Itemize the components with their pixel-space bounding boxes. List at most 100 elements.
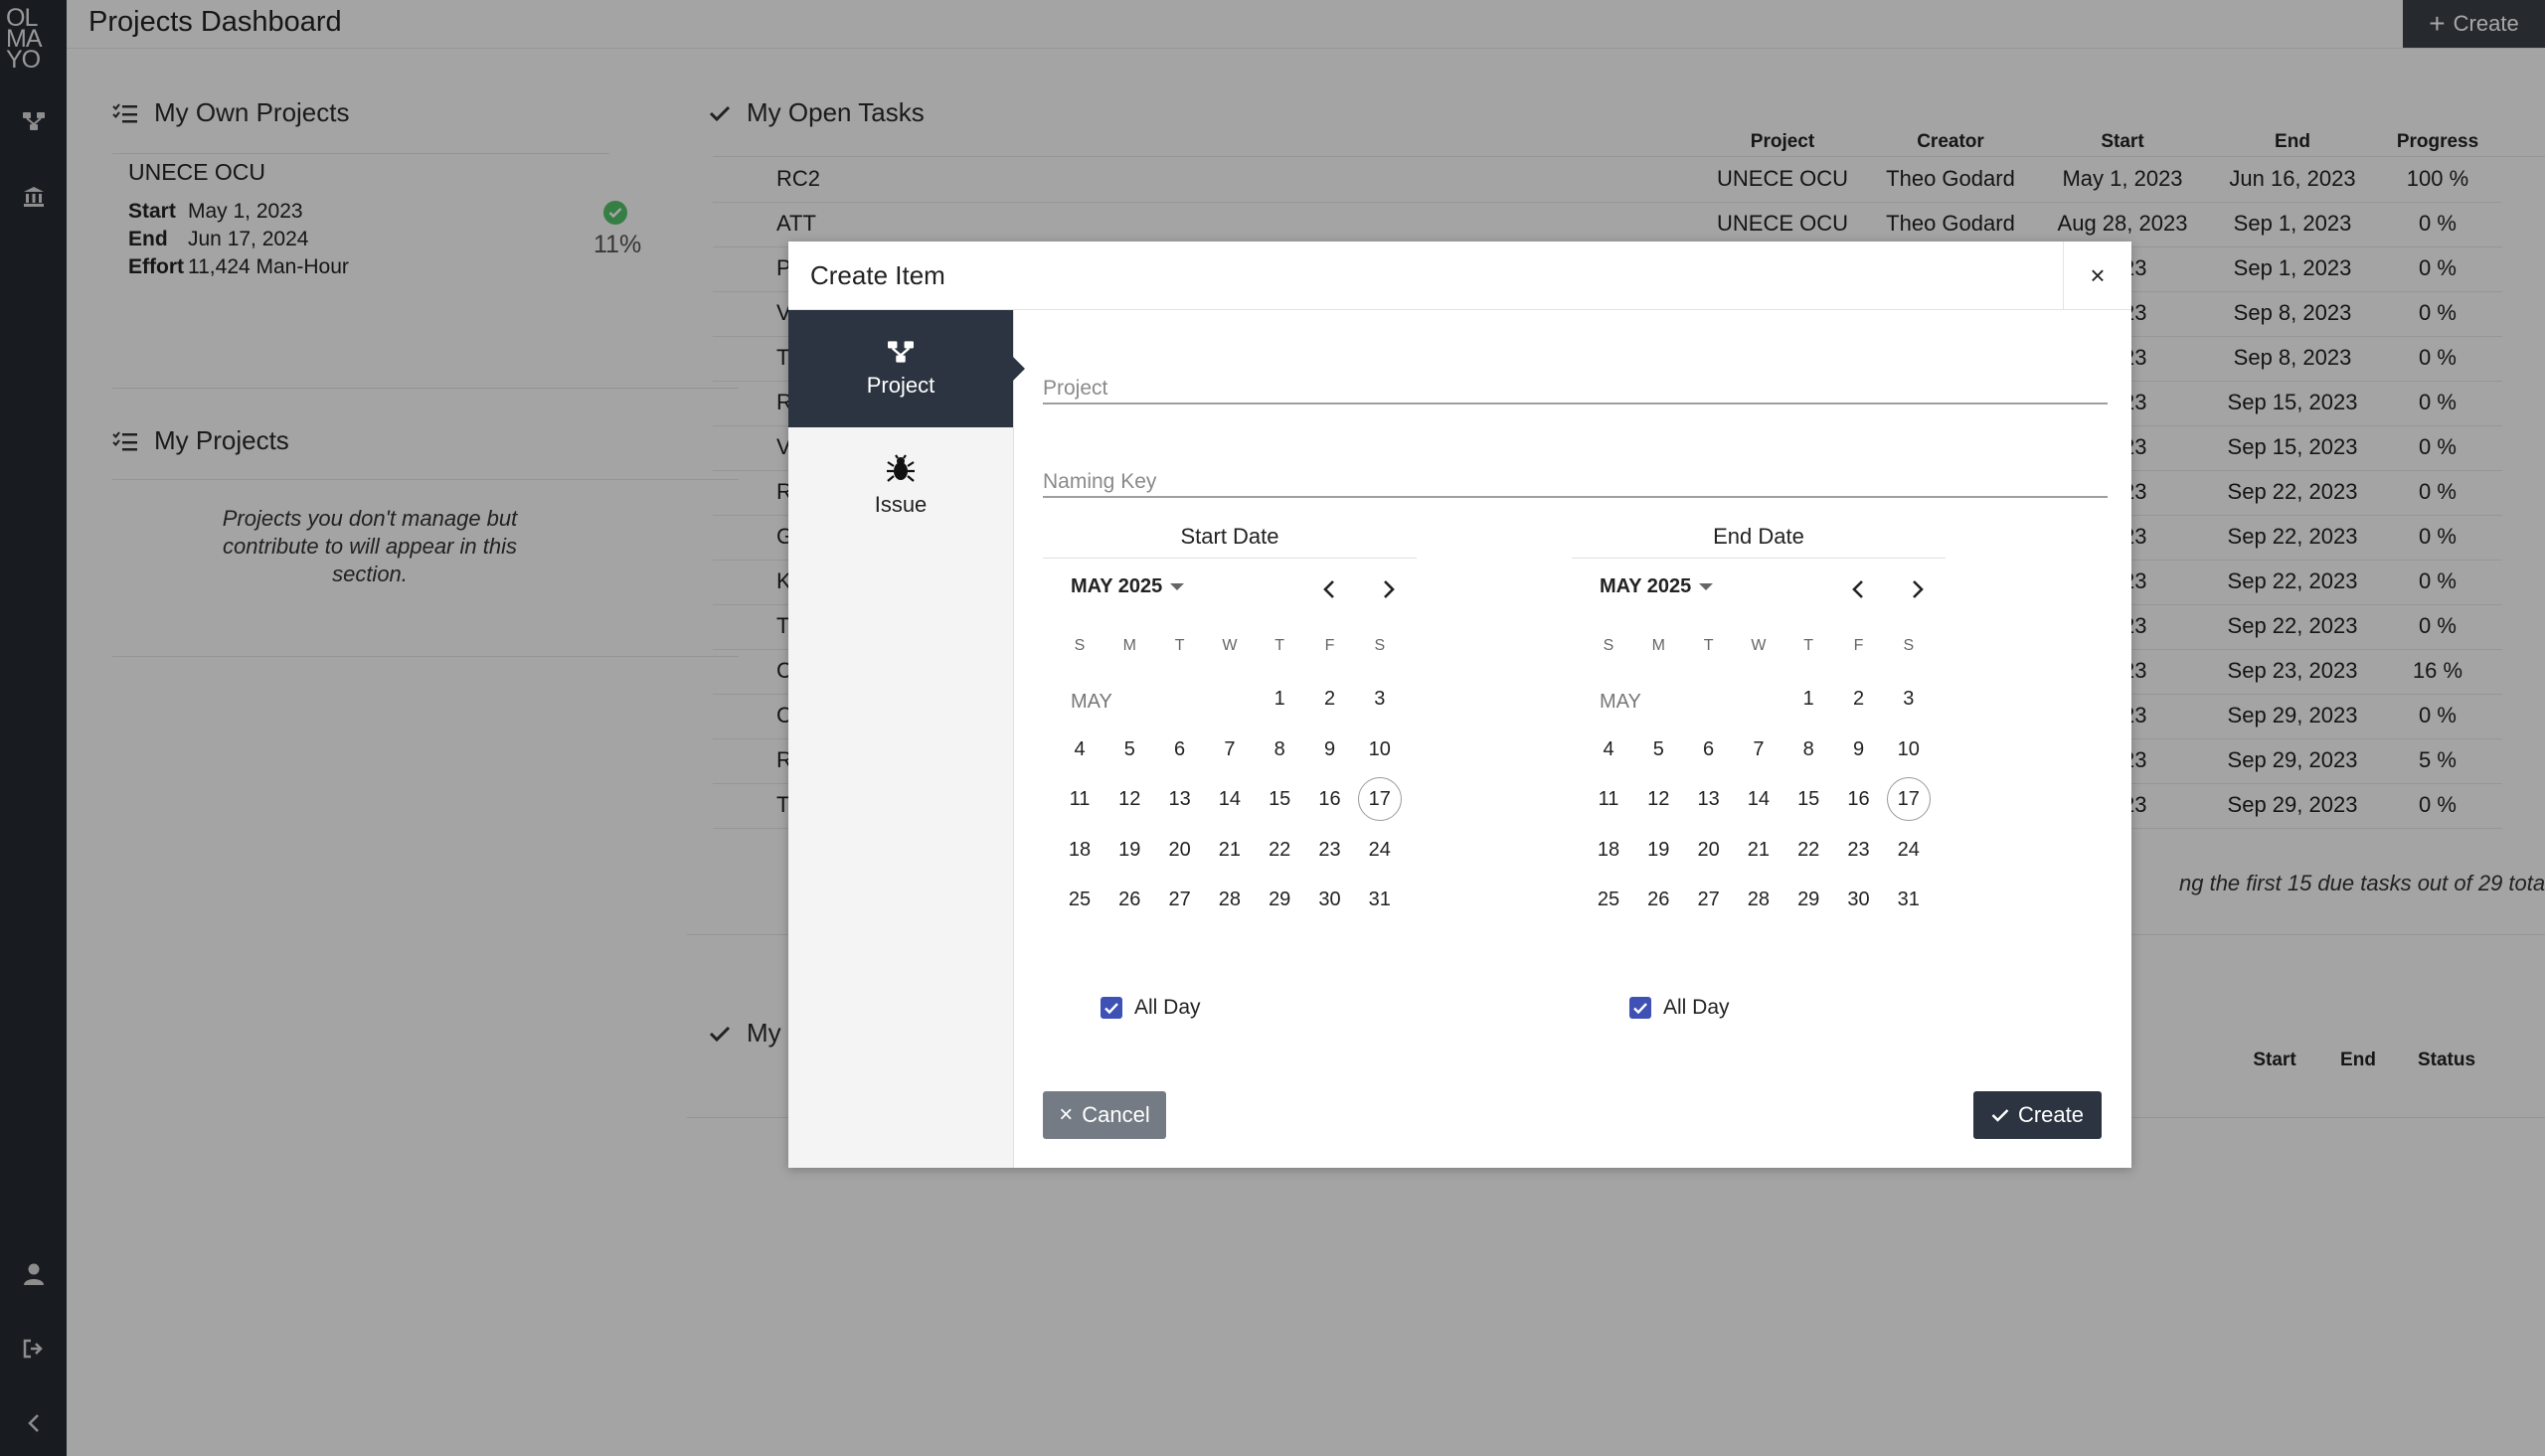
- calendar-day[interactable]: 16: [1835, 777, 1883, 821]
- calendar-day[interactable]: 31: [1356, 878, 1404, 921]
- caret-down-icon: [1699, 583, 1714, 590]
- close-icon: ×: [1059, 1101, 1074, 1128]
- calendar-day[interactable]: 1: [1256, 677, 1303, 721]
- calendar-day[interactable]: 3: [1356, 677, 1404, 721]
- calendar-day[interactable]: 10: [1356, 728, 1404, 771]
- calendar-day[interactable]: 28: [1735, 878, 1782, 921]
- calendar-day[interactable]: 27: [1685, 878, 1733, 921]
- calendar-day[interactable]: 24: [1885, 828, 1933, 872]
- calendar-day[interactable]: 16: [1306, 777, 1354, 821]
- naming-key-field[interactable]: [1043, 444, 2108, 498]
- all-day-label: All Day: [1663, 996, 1730, 1019]
- calendar-day[interactable]: 2: [1835, 677, 1883, 721]
- calendar-day[interactable]: 15: [1784, 777, 1832, 821]
- calendar-day[interactable]: 23: [1835, 828, 1883, 872]
- calendar-day[interactable]: 21: [1206, 828, 1254, 872]
- prev-month-button[interactable]: [1311, 571, 1347, 607]
- weekday-label: T: [1174, 637, 1185, 654]
- calendar-day[interactable]: 18: [1056, 828, 1103, 872]
- calendar-day[interactable]: 14: [1735, 777, 1782, 821]
- calendar-day[interactable]: 28: [1206, 878, 1254, 921]
- close-icon: ×: [2090, 259, 2106, 290]
- calendar-day[interactable]: 27: [1156, 878, 1204, 921]
- calendar-day[interactable]: 29: [1784, 878, 1832, 921]
- calendar-day[interactable]: 13: [1685, 777, 1733, 821]
- calendar-day[interactable]: 17: [1357, 777, 1402, 821]
- calendar-day[interactable]: 1: [1784, 677, 1832, 721]
- weekday-label: T: [1803, 637, 1814, 654]
- calendar-day[interactable]: 2: [1306, 677, 1354, 721]
- dialog-header: Create Item ×: [788, 242, 2131, 310]
- type-project[interactable]: Project: [788, 310, 1025, 427]
- project-input[interactable]: [1043, 377, 2108, 401]
- calendar-day[interactable]: 6: [1685, 728, 1733, 771]
- project-field[interactable]: [1043, 351, 2108, 404]
- calendar-day[interactable]: 13: [1156, 777, 1204, 821]
- chevron-left-icon: [1323, 580, 1334, 598]
- calendar-day[interactable]: 3: [1885, 677, 1933, 721]
- calendar-day[interactable]: 15: [1256, 777, 1303, 821]
- calendar-day[interactable]: 9: [1835, 728, 1883, 771]
- calendar-day[interactable]: 25: [1056, 878, 1103, 921]
- calendar-day[interactable]: 26: [1105, 878, 1153, 921]
- calendar-day[interactable]: 12: [1105, 777, 1153, 821]
- calendar-day[interactable]: 12: [1634, 777, 1682, 821]
- month-label: MAY 2025: [1071, 575, 1163, 597]
- calendar-day[interactable]: 23: [1306, 828, 1354, 872]
- calendar-day[interactable]: 8: [1784, 728, 1832, 771]
- weekday-label: T: [1703, 637, 1714, 654]
- dialog-title: Create Item: [810, 260, 945, 290]
- month-selector[interactable]: MAY 2025: [1600, 575, 1714, 598]
- chevron-right-icon: [1913, 580, 1924, 598]
- calendar-day[interactable]: 29: [1256, 878, 1303, 921]
- calendar-day[interactable]: 22: [1784, 828, 1832, 872]
- create-submit-button[interactable]: Create: [1973, 1091, 2102, 1139]
- close-button[interactable]: ×: [2063, 242, 2131, 309]
- calendar-day[interactable]: 20: [1156, 828, 1204, 872]
- calendar-day[interactable]: 4: [1056, 728, 1103, 771]
- item-type-list: Project Issue: [788, 310, 1025, 1168]
- project-tree-icon: [888, 341, 914, 363]
- chevron-left-icon: [1852, 580, 1863, 598]
- calendar-day[interactable]: 11: [1585, 777, 1632, 821]
- calendar-day[interactable]: 6: [1156, 728, 1204, 771]
- calendar-day[interactable]: 11: [1056, 777, 1103, 821]
- calendar-day[interactable]: 30: [1835, 878, 1883, 921]
- calendar-day[interactable]: 30: [1306, 878, 1354, 921]
- naming-key-input[interactable]: [1043, 470, 2108, 494]
- month-short-label: MAY: [1071, 691, 1112, 713]
- calendar-day[interactable]: 19: [1634, 828, 1682, 872]
- next-month-button[interactable]: [1900, 571, 1936, 607]
- calendar-day[interactable]: 19: [1105, 828, 1153, 872]
- calendar-day[interactable]: 31: [1885, 878, 1933, 921]
- calendar-day[interactable]: 20: [1685, 828, 1733, 872]
- end-date-calendar: End Date MAY 2025 S M T W T F S MAY 1 2 3 4 5 6 7 8 9 10 11 1…: [1572, 524, 1946, 971]
- start-all-day-checkbox[interactable]: All Day: [1101, 996, 1201, 1020]
- calendar-day[interactable]: 9: [1306, 728, 1354, 771]
- next-month-button[interactable]: [1371, 571, 1407, 607]
- chevron-right-icon: [1384, 580, 1395, 598]
- month-label: MAY 2025: [1600, 575, 1692, 597]
- calendar-day[interactable]: 7: [1206, 728, 1254, 771]
- calendar-day[interactable]: 24: [1356, 828, 1404, 872]
- prev-month-button[interactable]: [1840, 571, 1876, 607]
- weekday-label: S: [1374, 637, 1386, 654]
- calendar-day[interactable]: 7: [1735, 728, 1782, 771]
- end-all-day-checkbox[interactable]: All Day: [1629, 996, 1730, 1020]
- month-selector[interactable]: MAY 2025: [1071, 575, 1185, 598]
- cancel-button[interactable]: × Cancel: [1043, 1091, 1166, 1139]
- calendar-day[interactable]: 18: [1585, 828, 1632, 872]
- calendar-day[interactable]: 8: [1256, 728, 1303, 771]
- calendar-day[interactable]: 26: [1634, 878, 1682, 921]
- calendar-day[interactable]: 5: [1634, 728, 1682, 771]
- weekday-label: W: [1751, 637, 1767, 654]
- calendar-day[interactable]: 5: [1105, 728, 1153, 771]
- calendar-day[interactable]: 17: [1886, 777, 1931, 821]
- calendar-day[interactable]: 22: [1256, 828, 1303, 872]
- calendar-day[interactable]: 10: [1885, 728, 1933, 771]
- calendar-day[interactable]: 4: [1585, 728, 1632, 771]
- type-issue[interactable]: Issue: [788, 427, 1013, 545]
- calendar-day[interactable]: 21: [1735, 828, 1782, 872]
- calendar-day[interactable]: 14: [1206, 777, 1254, 821]
- calendar-day[interactable]: 25: [1585, 878, 1632, 921]
